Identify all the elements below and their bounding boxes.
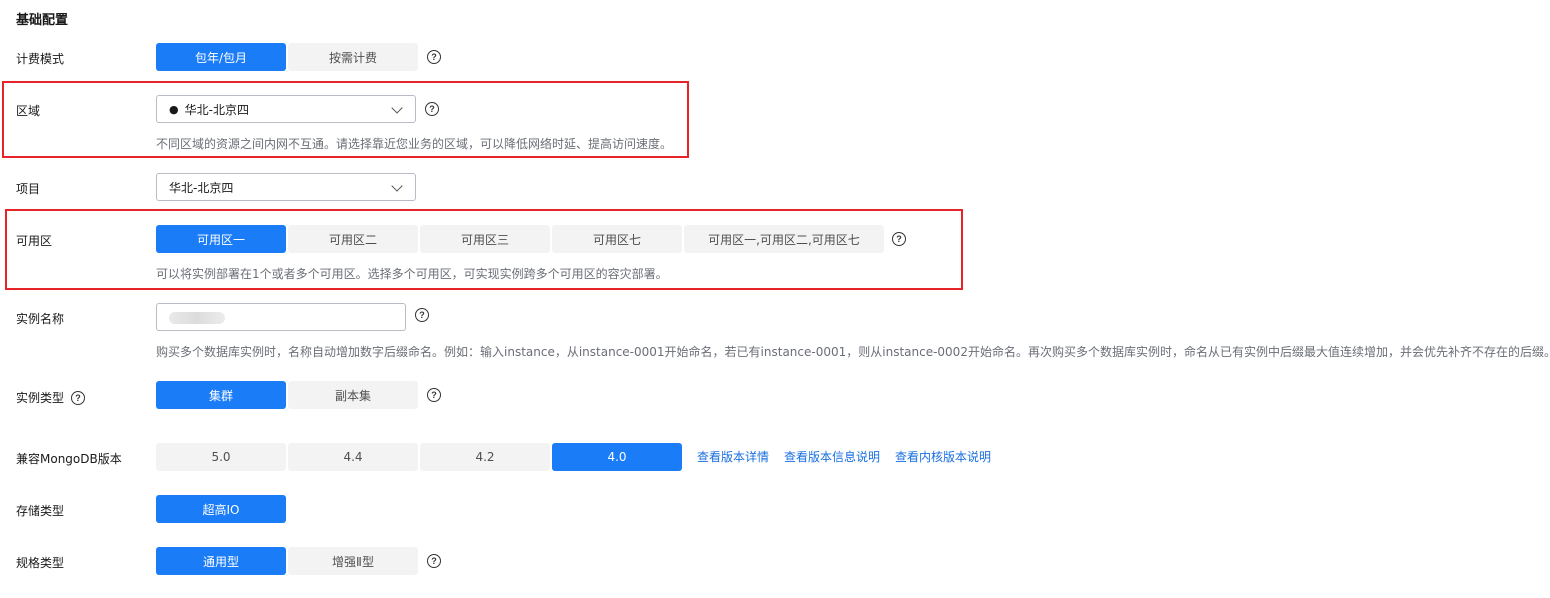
location-pin-icon: ●	[169, 102, 179, 116]
instance-type-cluster[interactable]: 集群	[156, 381, 286, 409]
az-selector: 可用区一 可用区二 可用区三 可用区七 可用区一,可用区二,可用区七	[156, 225, 884, 253]
spec-type-selector: 通用型 增强Ⅱ型	[156, 547, 418, 575]
project-select[interactable]: 华北-北京四	[156, 173, 416, 201]
spec-type-enhanced-ii[interactable]: 增强Ⅱ型	[288, 547, 418, 575]
az-option-7[interactable]: 可用区七	[552, 225, 682, 253]
az-hint: 可以将实例部署在1个或者多个可用区。选择多个可用区，可实现实例跨多个可用区的容灾…	[156, 267, 668, 281]
az-option-3[interactable]: 可用区三	[420, 225, 550, 253]
instance-name-hint: 购买多个数据库实例时，名称自动增加数字后缀命名。例如：输入instance，从i…	[156, 345, 1550, 359]
az-option-1[interactable]: 可用区一	[156, 225, 286, 253]
region-help-icon[interactable]: ?	[425, 102, 439, 116]
view-version-info-link[interactable]: 查看版本信息说明	[784, 448, 880, 465]
project-label: 项目	[16, 182, 41, 196]
storage-type-selector: 超高IO	[156, 495, 286, 523]
billing-option-on-demand[interactable]: 按需计费	[288, 43, 418, 71]
billing-option-yearly-monthly[interactable]: 包年/包月	[156, 43, 286, 71]
az-option-2[interactable]: 可用区二	[288, 225, 418, 253]
region-label: 区域	[16, 104, 41, 118]
instance-type-label: 实例类型 ?	[16, 389, 86, 406]
region-select-value: 华北-北京四	[184, 102, 249, 117]
view-kernel-version-link[interactable]: 查看内核版本说明	[895, 448, 991, 465]
instance-type-help-icon[interactable]: ?	[71, 390, 86, 405]
instance-type-selector: 集群 副本集	[156, 381, 418, 409]
spec-type-general[interactable]: 通用型	[156, 547, 286, 575]
view-version-details-link[interactable]: 查看版本详情	[697, 448, 769, 465]
spec-type-help-icon[interactable]: ?	[427, 554, 441, 568]
redacted-value	[169, 312, 225, 324]
project-select-value: 华北-北京四	[169, 180, 234, 195]
storage-type-label: 存储类型	[16, 504, 65, 518]
instance-name-help-icon[interactable]: ?	[415, 308, 429, 322]
chevron-down-icon	[391, 180, 403, 192]
region-hint: 不同区域的资源之间内网不互通。请选择靠近您业务的区域，可以降低网络时延、提高访问…	[156, 137, 673, 151]
billing-mode-selector: 包年/包月 按需计费	[156, 43, 418, 71]
mongo-version-selector: 5.0 4.4 4.2 4.0	[156, 443, 682, 471]
section-title: 基础配置	[16, 13, 69, 28]
chevron-down-icon	[391, 102, 403, 114]
mongo-version-4-2[interactable]: 4.2	[420, 443, 550, 471]
mongo-version-label: 兼容MongoDB版本	[16, 452, 122, 466]
spec-type-label: 规格类型	[16, 556, 65, 570]
instance-name-input[interactable]	[156, 303, 406, 331]
mongo-version-4-4[interactable]: 4.4	[288, 443, 418, 471]
instance-name-label: 实例名称	[16, 312, 65, 326]
mongo-version-5-0[interactable]: 5.0	[156, 443, 286, 471]
az-option-multi[interactable]: 可用区一,可用区二,可用区七	[684, 225, 884, 253]
billing-label: 计费模式	[16, 52, 65, 66]
storage-type-ultra-io[interactable]: 超高IO	[156, 495, 286, 523]
billing-help-icon[interactable]: ?	[427, 50, 441, 64]
instance-type-option-help-icon[interactable]: ?	[427, 388, 441, 402]
region-select[interactable]: ● 华北-北京四	[156, 95, 416, 123]
az-help-icon[interactable]: ?	[892, 232, 906, 246]
mongo-version-4-0[interactable]: 4.0	[552, 443, 682, 471]
instance-type-replica-set[interactable]: 副本集	[288, 381, 418, 409]
version-links: 查看版本详情 查看版本信息说明 查看内核版本说明	[697, 448, 991, 465]
az-label: 可用区	[16, 234, 53, 248]
